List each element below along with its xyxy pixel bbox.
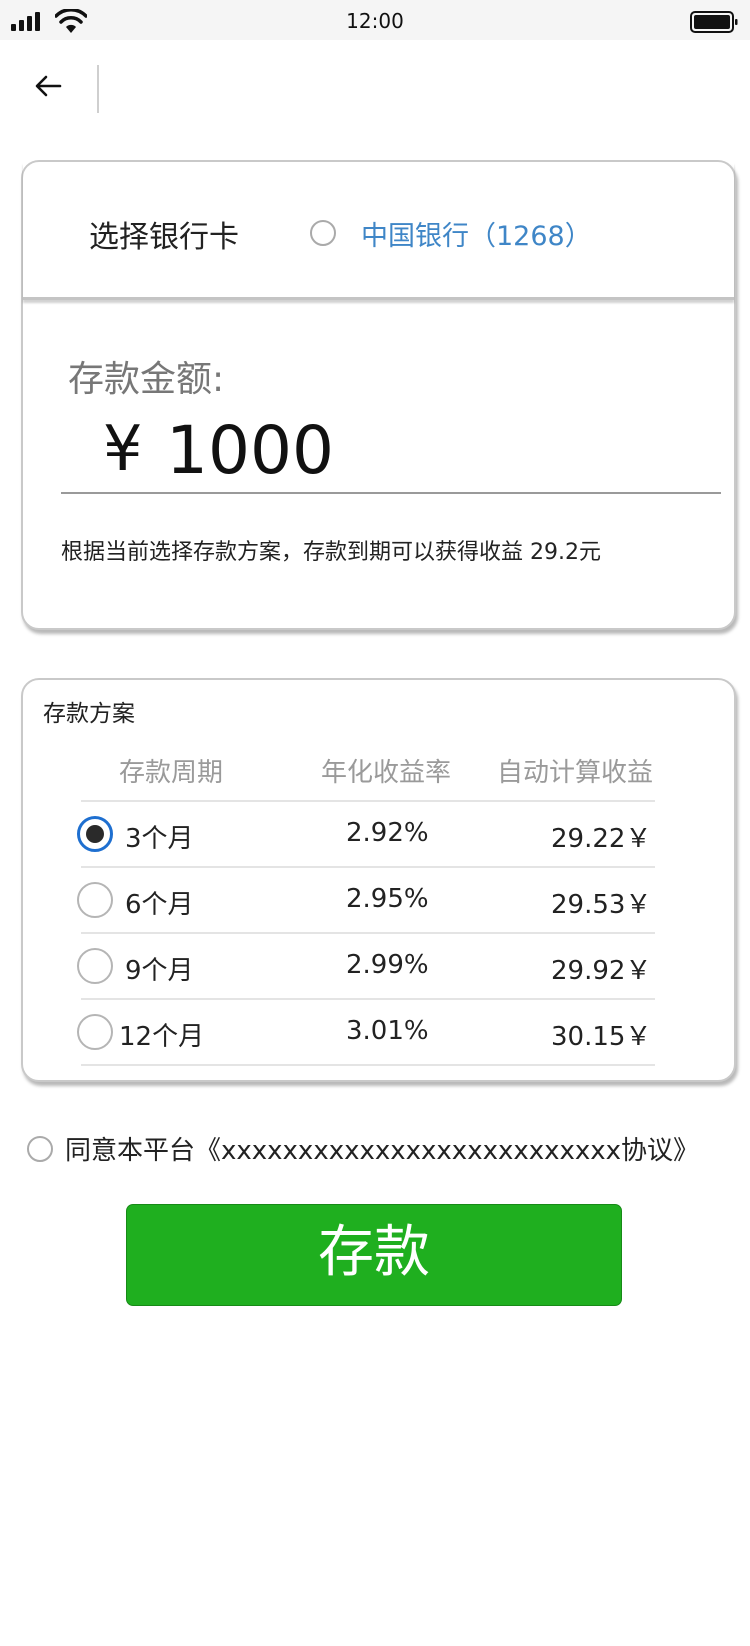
amount-input[interactable]: ¥ 1000: [61, 412, 721, 494]
plan-earning: 29.53￥: [551, 890, 652, 920]
amount-label: 存款金额:: [68, 359, 225, 400]
header-rate: 年化收益率: [321, 758, 452, 788]
status-time: 12:00: [346, 9, 404, 33]
plan-card: 存款方案 存款周期 年化收益率 自动计算收益 3个月 2.92% 29.22￥ …: [21, 678, 736, 1082]
status-bar: 12:00: [0, 0, 750, 40]
header-earning: 自动计算收益: [497, 758, 654, 788]
plan-radio[interactable]: [77, 882, 113, 918]
plan-earning: 30.15￥: [551, 1022, 652, 1052]
plan-rate: 2.95%: [346, 884, 429, 914]
plan-rate: 3.01%: [346, 1016, 429, 1046]
deposit-card: 选择银行卡 中国银行（1268） 存款金额: ¥ 1000 根据当前选择存款方案…: [21, 160, 736, 630]
plan-radio[interactable]: [77, 948, 113, 984]
plan-period: 6个月: [125, 890, 194, 920]
plan-row[interactable]: 12个月 3.01% 30.15￥: [77, 1000, 655, 1066]
plan-row[interactable]: 9个月 2.99% 29.92￥: [77, 934, 655, 1000]
header-period: 存款周期: [119, 758, 224, 788]
plan-table: 存款周期 年化收益率 自动计算收益 3个月 2.92% 29.22￥ 6个月 2…: [77, 752, 655, 1066]
bank-card-section: 选择银行卡 中国银行（1268）: [23, 162, 734, 300]
nav-bar: [0, 40, 750, 140]
plan-header: 存款周期 年化收益率 自动计算收益: [81, 752, 655, 802]
plan-earning: 29.22￥: [551, 824, 652, 854]
plan-radio[interactable]: [77, 816, 113, 852]
plan-period: 9个月: [125, 956, 194, 986]
plan-rate: 2.92%: [346, 818, 429, 848]
bank-radio[interactable]: [310, 220, 336, 246]
battery-icon: [690, 11, 738, 33]
plan-period: 3个月: [125, 824, 194, 854]
plan-rate: 2.99%: [346, 950, 429, 980]
plan-radio[interactable]: [77, 1014, 113, 1050]
earning-note: 根据当前选择存款方案，存款到期可以获得收益 29.2元: [61, 540, 601, 565]
nav-divider: [97, 65, 99, 113]
plan-row[interactable]: 6个月 2.95% 29.53￥: [77, 868, 655, 934]
bank-name-link[interactable]: 中国银行（1268）: [361, 214, 592, 253]
plan-title: 存款方案: [43, 701, 135, 727]
amount-value: 1000: [166, 412, 334, 489]
plan-earning: 29.92￥: [551, 956, 652, 986]
select-bank-label: 选择银行卡: [89, 220, 239, 255]
plan-period: 12个月: [119, 1022, 205, 1052]
deposit-button[interactable]: 存款: [126, 1204, 622, 1306]
agreement-checkbox[interactable]: [27, 1136, 53, 1162]
currency-symbol: ¥: [103, 412, 143, 485]
arrow-left-icon[interactable]: [28, 70, 68, 102]
agreement-text[interactable]: 同意本平台《xxxxxxxxxxxxxxxxxxxxxxxxxx协议》: [65, 1130, 699, 1167]
plan-row[interactable]: 3个月 2.92% 29.22￥: [77, 802, 655, 868]
